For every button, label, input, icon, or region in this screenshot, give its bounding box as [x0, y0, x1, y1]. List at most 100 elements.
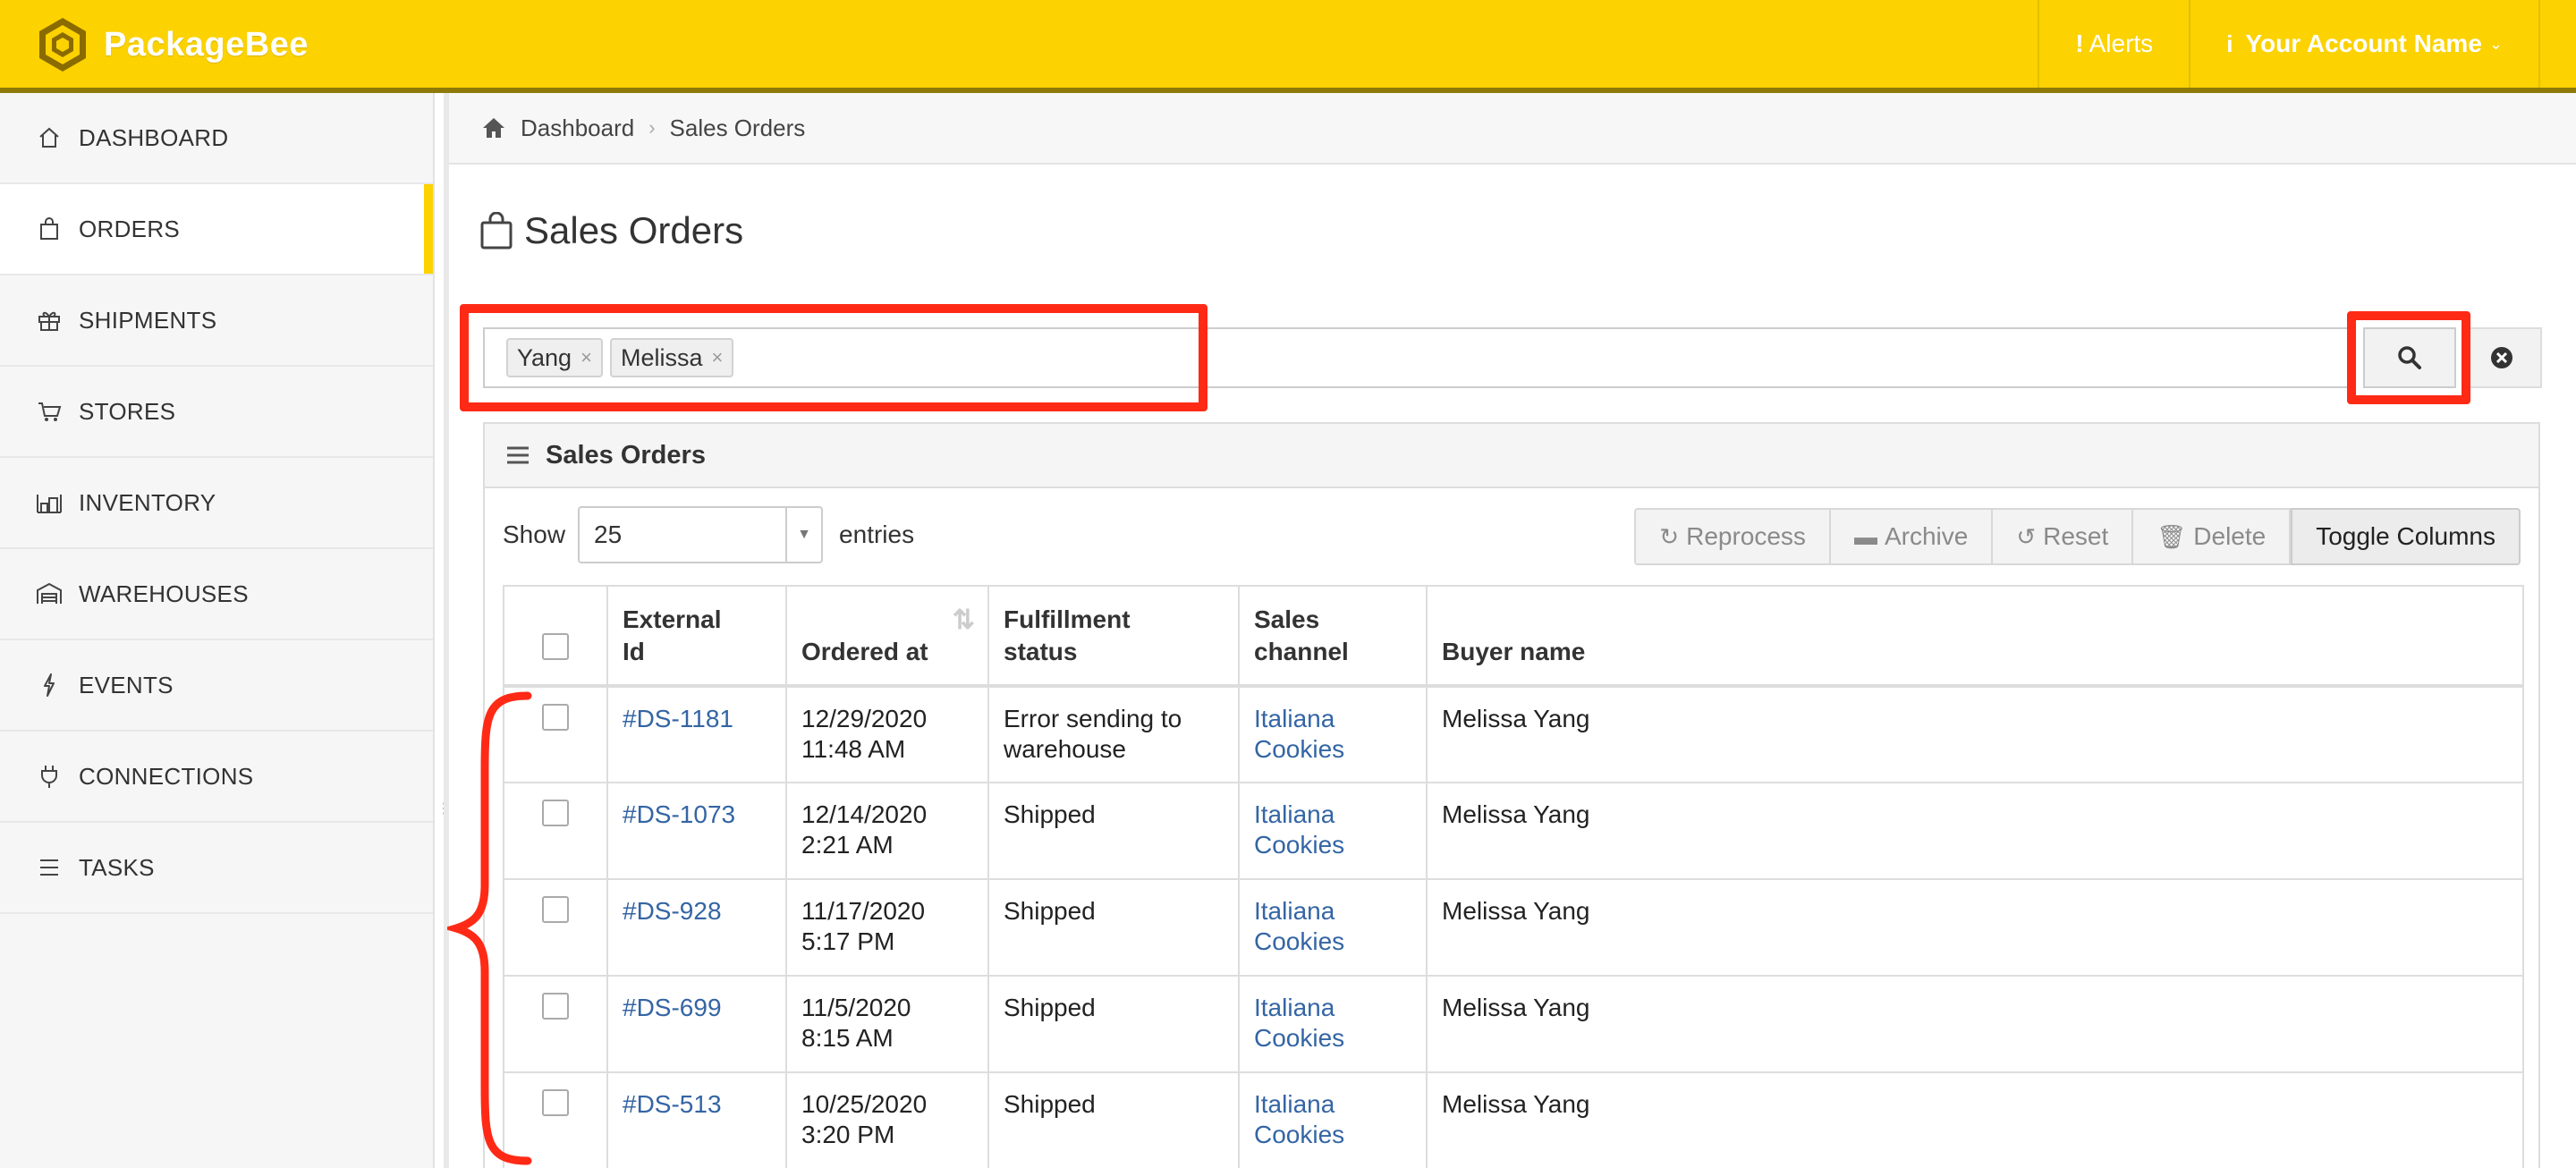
buyer-name-cell: Melissa Yang [1426, 782, 2524, 880]
search-tag[interactable]: Melissa × [610, 338, 734, 377]
order-link[interactable]: #DS-928 [623, 897, 722, 925]
order-time: 2:21 AM [801, 831, 894, 859]
table-row[interactable]: #DS-1181 12/29/2020 11:48 AM Error sendin… [503, 685, 2524, 783]
table-row[interactable]: #DS-513 10/25/2020 3:20 PM Shipped Italia… [503, 1071, 2524, 1168]
order-date: 12/29/2020 [801, 705, 928, 732]
panel-header: Sales Orders [485, 424, 2538, 488]
shopping-bag-icon [36, 216, 63, 242]
header-text: Buyer name [1442, 638, 1586, 665]
sales-channel-cell: Italiana Cookies [1238, 782, 1428, 880]
row-checkbox[interactable] [542, 1089, 569, 1116]
warehouse-shelves-icon [36, 489, 63, 516]
order-link[interactable]: #DS-513 [623, 1090, 722, 1118]
shopping-bag-icon [480, 212, 513, 250]
search-tag-label: Yang [517, 343, 572, 371]
delete-button[interactable]: 🗑 Delete [2133, 508, 2292, 565]
select-all-checkbox[interactable] [542, 633, 569, 660]
page-length-control: Show 25 ▼ entries [503, 506, 914, 563]
sidebar-resize-handle[interactable]: ⋮ [436, 802, 451, 832]
search-button[interactable] [2363, 327, 2456, 388]
table-header-row: External Id Ordered at ⇅ Fulfillment status… [503, 585, 2524, 688]
sidebar-item-connections[interactable]: CONNECTIONS [0, 732, 433, 823]
alerts-label: Alerts [2089, 30, 2154, 57]
external-id-cell: #DS-513 [606, 1071, 787, 1168]
breadcrumb: Dashboard › Sales Orders [449, 93, 2576, 165]
page-title-text: Sales Orders [524, 209, 744, 251]
sidebar-item-orders[interactable]: ORDERS [0, 184, 433, 275]
alerts-link[interactable]: ! Alerts [2038, 0, 2189, 88]
order-time: 3:20 PM [801, 1121, 895, 1148]
buyer-name-cell: Melissa Yang [1426, 685, 2524, 783]
row-checkbox[interactable] [542, 800, 569, 826]
sales-channel-link[interactable]: Italiana Cookies [1254, 705, 1344, 763]
external-id-cell: #DS-1181 [606, 685, 787, 783]
fulfillment-status-cell: Shipped [987, 975, 1240, 1073]
breadcrumb-dashboard-link[interactable]: Dashboard [521, 114, 634, 142]
panel-title: Sales Orders [546, 440, 706, 470]
order-date: 11/17/2020 [801, 897, 926, 925]
column-ordered-at[interactable]: Ordered at ⇅ [785, 585, 989, 688]
archive-button[interactable]: ▬ Archive [1830, 508, 1994, 565]
order-link[interactable]: #DS-1181 [623, 705, 733, 732]
top-navbar: PackageBee ! Alerts i Your Account Name … [0, 0, 2576, 93]
order-time: 8:15 AM [801, 1024, 894, 1052]
column-sales-channel[interactable]: Sales channel [1238, 585, 1428, 688]
sales-channel-link[interactable]: Italiana Cookies [1254, 800, 1344, 859]
sidebar-item-label: ORDERS [79, 215, 181, 242]
sidebar-item-label: STORES [79, 397, 176, 425]
search-tags-input[interactable]: Yang × Melissa × [483, 327, 2352, 388]
row-checkbox[interactable] [542, 896, 569, 923]
info-icon: i [2226, 30, 2233, 57]
sidebar-item-inventory[interactable]: INVENTORY [0, 458, 433, 549]
undo-icon: ↺ [2016, 522, 2037, 550]
sidebar-item-tasks[interactable]: TASKS [0, 823, 433, 914]
remove-tag-icon[interactable]: × [712, 346, 724, 369]
sidebar-item-label: INVENTORY [79, 488, 216, 516]
column-external-id[interactable]: External Id [606, 585, 787, 688]
account-menu[interactable]: i Your Account Name ⌄ [2189, 0, 2538, 88]
row-checkbox[interactable] [542, 704, 569, 731]
dropdown-arrow-icon: ▼ [785, 508, 821, 562]
toggle-columns-button[interactable]: Toggle Columns [2291, 508, 2521, 565]
page-length-select[interactable]: 25 ▼ [578, 506, 824, 563]
table-row[interactable]: #DS-699 11/5/2020 8:15 AM Shipped Italian… [503, 975, 2524, 1073]
remove-tag-icon[interactable]: × [580, 346, 592, 369]
account-name: Your Account Name [2245, 30, 2482, 57]
column-buyer-name[interactable]: Buyer name [1426, 585, 2524, 688]
clear-search-button[interactable] [2462, 327, 2542, 388]
sidebar-item-warehouses[interactable]: WAREHOUSES [0, 549, 433, 640]
order-link[interactable]: #DS-1073 [623, 800, 735, 828]
reprocess-button[interactable]: ↻ Reprocess [1634, 508, 1831, 565]
plug-icon [36, 763, 63, 790]
sidebar-item-stores[interactable]: STORES [0, 367, 433, 458]
sales-channel-link[interactable]: Italiana Cookies [1254, 897, 1344, 955]
table-row[interactable]: #DS-928 11/17/2020 5:17 PM Shipped Italia… [503, 878, 2524, 977]
entries-label: entries [839, 521, 915, 548]
order-date: 11/5/2020 [801, 994, 911, 1021]
order-link[interactable]: #DS-699 [623, 994, 722, 1021]
sales-channel-cell: Italiana Cookies [1238, 878, 1428, 977]
fulfillment-status-cell: Shipped [987, 878, 1240, 977]
reset-button[interactable]: ↺ Reset [1993, 508, 2134, 565]
buyer-name-cell: Melissa Yang [1426, 975, 2524, 1073]
row-checkbox[interactable] [542, 993, 569, 1020]
breadcrumb-current: Sales Orders [669, 114, 806, 141]
order-time: 5:17 PM [801, 927, 895, 955]
trash-icon: 🗑 [2157, 522, 2187, 550]
refresh-icon: ↻ [1659, 522, 1680, 550]
sidebar-item-shipments[interactable]: SHIPMENTS [0, 275, 433, 367]
column-fulfillment-status[interactable]: Fulfillment status [987, 585, 1240, 688]
search-tag[interactable]: Yang × [506, 338, 603, 377]
cart-icon [36, 398, 63, 425]
external-id-cell: #DS-699 [606, 975, 787, 1073]
sidebar-item-events[interactable]: EVENTS [0, 640, 433, 732]
ordered-at-cell: 11/5/2020 8:15 AM [785, 975, 989, 1073]
sales-channel-cell: Italiana Cookies [1238, 685, 1428, 783]
sales-channel-link[interactable]: Italiana Cookies [1254, 994, 1344, 1052]
sales-channel-link[interactable]: Italiana Cookies [1254, 1090, 1344, 1148]
sidebar-item-dashboard[interactable]: DASHBOARD [0, 93, 433, 184]
header-text: channel [1254, 638, 1349, 665]
header-text: status [1004, 638, 1078, 665]
table-row[interactable]: #DS-1073 12/14/2020 2:21 AM Shipped Itali… [503, 782, 2524, 880]
brand[interactable]: PackageBee [32, 16, 309, 73]
